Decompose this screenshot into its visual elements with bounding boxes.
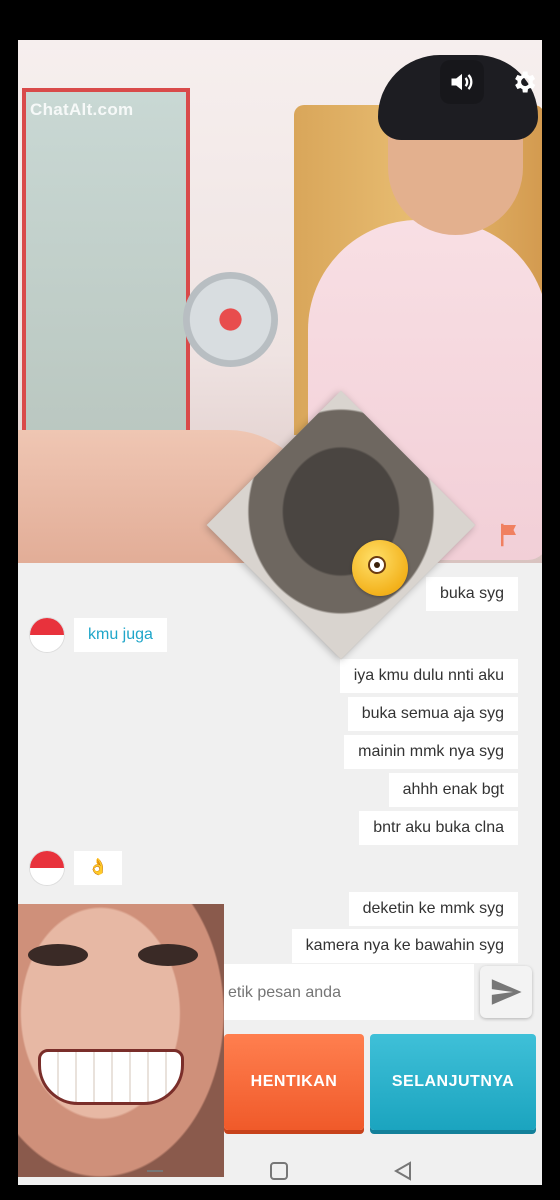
speaker-icon [451, 73, 473, 91]
message-bubble: ahhh enak bgt [388, 773, 518, 807]
chat-screen: ChatAlt.com buka syg kmu juga iya kmu du… [18, 40, 542, 1185]
indonesia-flag-icon [30, 851, 64, 885]
flag-icon [501, 523, 516, 547]
back-icon[interactable] [392, 1160, 414, 1182]
settings-button[interactable] [502, 60, 542, 104]
gear-icon [515, 71, 536, 93]
send-icon [491, 979, 522, 1005]
stop-button[interactable]: HENTIKAN [224, 1034, 364, 1130]
message-input[interactable] [224, 966, 482, 1020]
home-icon[interactable] [268, 1160, 290, 1182]
message-bubble: mainin mmk nya syg [344, 735, 518, 769]
message-bubble: kamera nya ke bawahin syg [291, 929, 518, 963]
message-bubble: kmu juga [74, 618, 167, 652]
indonesia-flag-icon [30, 618, 64, 652]
report-button[interactable] [496, 520, 526, 550]
send-button[interactable] [480, 966, 532, 1018]
recents-icon[interactable] [144, 1160, 166, 1182]
message-bubble: 👌 [74, 851, 122, 885]
background-fan [183, 272, 278, 367]
message-bubble: iya kmu dulu nnti aku [339, 659, 518, 693]
message-bubble: deketin ke mmk syg [348, 892, 518, 926]
background-cabinet [22, 88, 190, 466]
self-eye [28, 944, 88, 966]
self-eye [138, 944, 198, 966]
emoji-sticker-icon [352, 540, 408, 596]
message-bubble: bntr aku buka clna [359, 811, 518, 845]
message-bubble: buka semua aja syg [347, 697, 518, 731]
watermark: ChatAlt.com [30, 100, 134, 119]
self-camera-preview[interactable] [18, 904, 224, 1177]
next-button[interactable]: SELANJUTNYA [370, 1034, 536, 1130]
message-bubble: buka syg [425, 577, 518, 611]
self-smile [38, 1049, 184, 1105]
volume-button[interactable] [440, 60, 484, 104]
system-navigation-bar [0, 1150, 560, 1190]
